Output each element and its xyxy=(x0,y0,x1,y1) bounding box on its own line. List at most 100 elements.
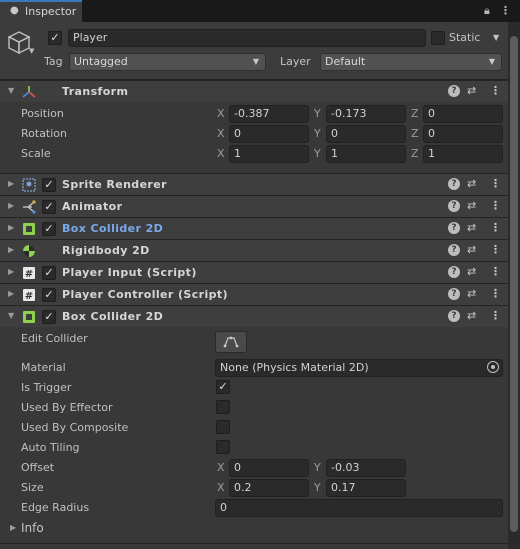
enabled-checkbox[interactable]: ✓ xyxy=(42,178,56,192)
rotation-y-input[interactable]: 0 xyxy=(326,125,406,143)
component-title: Box Collider 2D xyxy=(62,222,164,235)
component-sprite-renderer[interactable]: ▶ ✓ Sprite Renderer ? ⇄ ⋮ xyxy=(0,173,508,195)
layer-label: Layer xyxy=(280,55,311,68)
fold-open-icon[interactable]: ▼ xyxy=(8,86,14,95)
scale-label: Scale xyxy=(21,147,51,160)
fold-open-icon[interactable]: ▼ xyxy=(8,311,14,320)
help-icon[interactable]: ? xyxy=(448,85,460,97)
help-icon[interactable]: ? xyxy=(448,178,460,190)
scale-z-input[interactable]: 1 xyxy=(423,145,503,163)
info-fold-icon[interactable]: ▶ xyxy=(10,523,16,532)
edit-collider-button[interactable] xyxy=(215,331,247,353)
kebab-icon[interactable]: ⋮ xyxy=(490,265,501,278)
enabled-checkbox[interactable]: ✓ xyxy=(42,266,56,280)
help-icon[interactable]: ? xyxy=(448,244,460,256)
fold-closed-icon[interactable]: ▶ xyxy=(8,245,14,254)
help-icon[interactable]: ? xyxy=(448,222,460,234)
preset-icon[interactable]: ⇄ xyxy=(467,287,476,300)
position-x-input[interactable]: -0.387 xyxy=(229,105,309,123)
kebab-icon[interactable]: ⋮ xyxy=(490,221,501,234)
scrollbar-thumb[interactable] xyxy=(510,36,518,532)
fold-closed-icon[interactable]: ▶ xyxy=(8,289,14,298)
is-trigger-checkbox[interactable]: ✓ xyxy=(216,380,230,394)
help-icon[interactable]: ? xyxy=(448,200,460,212)
axis-y-label: Y xyxy=(314,461,321,474)
axis-x-label: X xyxy=(217,107,225,120)
static-checkbox[interactable] xyxy=(431,31,445,45)
preset-icon[interactable]: ⇄ xyxy=(467,221,476,234)
fold-closed-icon[interactable]: ▶ xyxy=(8,179,14,188)
kebab-icon[interactable]: ⋮ xyxy=(500,4,511,17)
position-z-input[interactable]: 0 xyxy=(423,105,503,123)
tab-label: Inspector xyxy=(25,5,77,18)
component-box-collider-expanded[interactable]: ▼ ✓ Box Collider 2D ? ⇄ ⋮ xyxy=(0,305,508,327)
tag-dropdown[interactable]: Untagged ▼ xyxy=(69,53,266,71)
component-title: Player Input (Script) xyxy=(62,266,197,279)
axis-x-label: X xyxy=(217,127,225,140)
component-rigidbody-2d[interactable]: ▶ Rigidbody 2D ? ⇄ ⋮ xyxy=(0,239,508,261)
edge-radius-input[interactable]: 0 xyxy=(215,499,503,517)
component-animator[interactable]: ▶ ✓ Animator ? ⇄ ⋮ xyxy=(0,195,508,217)
position-y-input[interactable]: -0.173 xyxy=(326,105,406,123)
offset-y-input[interactable]: -0.03 xyxy=(326,459,406,477)
position-label: Position xyxy=(21,107,64,120)
kebab-icon[interactable]: ⋮ xyxy=(490,243,501,256)
help-icon[interactable]: ? xyxy=(448,310,460,322)
help-icon[interactable]: ? xyxy=(448,266,460,278)
icon-dropdown-arrow-icon[interactable]: ▼ xyxy=(29,47,34,55)
preset-icon[interactable]: ⇄ xyxy=(467,84,476,97)
size-y-input[interactable]: 0.17 xyxy=(326,479,406,497)
enabled-checkbox[interactable]: ✓ xyxy=(42,288,56,302)
axis-x-label: X xyxy=(217,481,225,494)
fold-closed-icon[interactable]: ▶ xyxy=(8,223,14,232)
enabled-checkbox[interactable]: ✓ xyxy=(42,310,56,324)
fold-closed-icon[interactable]: ▶ xyxy=(8,201,14,210)
used-by-composite-label: Used By Composite xyxy=(21,421,129,434)
info-icon: ● xyxy=(10,5,19,16)
static-dropdown-arrow-icon[interactable]: ▼ xyxy=(493,33,499,42)
size-x-input[interactable]: 0.2 xyxy=(229,479,309,497)
rotation-z-input[interactable]: 0 xyxy=(423,125,503,143)
used-by-effector-checkbox[interactable] xyxy=(216,400,230,414)
material-value: None (Physics Material 2D) xyxy=(220,361,369,374)
preset-icon[interactable]: ⇄ xyxy=(467,265,476,278)
info-foldout[interactable]: Info xyxy=(21,521,44,535)
enabled-checkbox[interactable]: ✓ xyxy=(42,200,56,214)
tab-inspector[interactable]: ● Inspector xyxy=(0,0,82,22)
component-title: Box Collider 2D xyxy=(62,310,164,323)
lock-icon[interactable]: 🔒︎ xyxy=(484,4,490,18)
transform-header[interactable]: ▼ Transform ? ⇄ ⋮ xyxy=(0,80,508,102)
scale-y-input[interactable]: 1 xyxy=(326,145,406,163)
used-by-composite-checkbox[interactable] xyxy=(216,420,230,434)
material-field[interactable]: None (Physics Material 2D) xyxy=(215,359,503,377)
fold-closed-icon[interactable]: ▶ xyxy=(8,267,14,276)
kebab-icon[interactable]: ⋮ xyxy=(490,309,501,322)
axis-y-label: Y xyxy=(314,481,321,494)
kebab-icon[interactable]: ⋮ xyxy=(490,199,501,212)
offset-x-input[interactable]: 0 xyxy=(229,459,309,477)
preset-icon[interactable]: ⇄ xyxy=(467,243,476,256)
help-icon[interactable]: ? xyxy=(448,288,460,300)
object-picker-icon[interactable] xyxy=(487,361,499,373)
preset-icon[interactable]: ⇄ xyxy=(467,199,476,212)
component-player-controller[interactable]: ▶ # ✓ Player Controller (Script) ? ⇄ ⋮ xyxy=(0,283,508,305)
scale-x-input[interactable]: 1 xyxy=(229,145,309,163)
edge-radius-label: Edge Radius xyxy=(21,501,90,514)
rotation-x-input[interactable]: 0 xyxy=(229,125,309,143)
chevron-down-icon: ▼ xyxy=(252,57,259,66)
auto-tiling-checkbox[interactable] xyxy=(216,440,230,454)
enabled-checkbox[interactable]: ✓ xyxy=(42,222,56,236)
layer-dropdown[interactable]: Default ▼ xyxy=(320,53,502,71)
size-label: Size xyxy=(21,481,44,494)
kebab-icon[interactable]: ⋮ xyxy=(490,287,501,300)
box-collider-icon xyxy=(23,223,35,235)
object-name-input[interactable]: Player xyxy=(68,29,426,47)
kebab-icon[interactable]: ⋮ xyxy=(490,84,501,97)
component-box-collider-selected[interactable]: ▶ ✓ Box Collider 2D ? ⇄ ⋮ xyxy=(0,217,508,239)
component-player-input[interactable]: ▶ # ✓ Player Input (Script) ? ⇄ ⋮ xyxy=(0,261,508,283)
preset-icon[interactable]: ⇄ xyxy=(467,309,476,322)
preset-icon[interactable]: ⇄ xyxy=(467,177,476,190)
script-icon: # xyxy=(23,267,35,280)
kebab-icon[interactable]: ⋮ xyxy=(490,177,501,190)
active-checkbox[interactable]: ✓ xyxy=(48,31,62,45)
